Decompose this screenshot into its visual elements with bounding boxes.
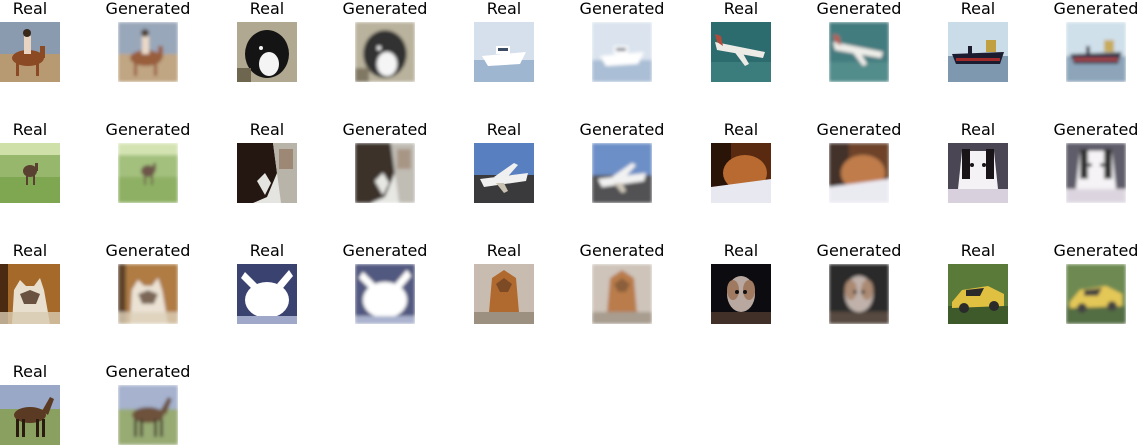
car-thumbnail [948, 264, 1008, 324]
real-image [0, 264, 60, 324]
boat-thumbnail [592, 22, 652, 82]
horse-standing-thumbnail [118, 385, 178, 445]
real-image [711, 22, 771, 82]
generated-label: Generated [105, 362, 191, 381]
cat-sleeping-thumbnail [711, 143, 771, 203]
horse-standing-thumbnail [0, 385, 60, 445]
dog-dark-thumbnail [711, 264, 771, 324]
generated-label: Generated [579, 0, 665, 18]
generated-image [1066, 264, 1126, 324]
real-image [711, 143, 771, 203]
real-label: Real [723, 0, 759, 18]
real-image [0, 143, 60, 203]
real-label: Real [12, 241, 48, 260]
generated-label: Generated [342, 241, 428, 260]
real-image [237, 264, 297, 324]
cat-sitting-thumbnail [118, 264, 178, 324]
real-image [0, 385, 60, 445]
generated-image [118, 264, 178, 324]
real-image [237, 22, 297, 82]
generated-label: Generated [1053, 120, 1139, 139]
real-label: Real [960, 0, 996, 18]
cat-sitting-thumbnail [0, 264, 60, 324]
dog-thumbnail [237, 22, 297, 82]
ship-thumbnail [1066, 22, 1126, 82]
boat-thumbnail [474, 22, 534, 82]
generated-label: Generated [1053, 241, 1139, 260]
real-image [474, 143, 534, 203]
generated-image [118, 385, 178, 445]
generated-image [829, 143, 889, 203]
generated-image [1066, 22, 1126, 82]
generated-image [118, 143, 178, 203]
horse-rider-thumbnail [0, 22, 60, 82]
dog-dark-thumbnail [829, 264, 889, 324]
real-label: Real [960, 241, 996, 260]
dog-white-thumbnail [948, 143, 1008, 203]
dog-brown-thumbnail [474, 264, 534, 324]
airplane-thumbnail [711, 22, 771, 82]
real-label: Real [12, 0, 48, 18]
airplane-ground-thumbnail [592, 143, 652, 203]
real-label: Real [12, 362, 48, 381]
dog-brown-thumbnail [592, 264, 652, 324]
dog-white-thumbnail [1066, 143, 1126, 203]
generated-image [355, 143, 415, 203]
generated-image [118, 22, 178, 82]
real-image [711, 264, 771, 324]
real-label: Real [486, 241, 522, 260]
real-image [948, 143, 1008, 203]
generated-image [592, 264, 652, 324]
real-image [474, 264, 534, 324]
generated-label: Generated [105, 0, 191, 18]
airplane-ground-thumbnail [474, 143, 534, 203]
generated-label: Generated [105, 241, 191, 260]
real-label: Real [249, 120, 285, 139]
generated-image [592, 22, 652, 82]
generated-label: Generated [816, 120, 902, 139]
horse-closeup-thumbnail [237, 143, 297, 203]
generated-label: Generated [1053, 0, 1139, 18]
real-label: Real [249, 241, 285, 260]
generated-label: Generated [342, 0, 428, 18]
generated-image [592, 143, 652, 203]
generated-image [355, 264, 415, 324]
real-image [0, 22, 60, 82]
generated-image [829, 22, 889, 82]
real-label: Real [249, 0, 285, 18]
generated-image [1066, 143, 1126, 203]
real-label: Real [486, 120, 522, 139]
real-image [948, 22, 1008, 82]
generated-label: Generated [342, 120, 428, 139]
car-thumbnail [1066, 264, 1126, 324]
real-label: Real [723, 120, 759, 139]
real-image [948, 264, 1008, 324]
real-vs-generated-grid: Real Generated Real Generated Real Generated R… [0, 0, 1139, 445]
real-label: Real [12, 120, 48, 139]
real-image [237, 143, 297, 203]
generated-image [829, 264, 889, 324]
real-image [474, 22, 534, 82]
airplane-thumbnail [829, 22, 889, 82]
white-animal-thumbnail [237, 264, 297, 324]
horse-closeup-thumbnail [355, 143, 415, 203]
dog-thumbnail [355, 22, 415, 82]
white-animal-thumbnail [355, 264, 415, 324]
generated-label: Generated [816, 0, 902, 18]
real-label: Real [723, 241, 759, 260]
horse-rider-thumbnail [118, 22, 178, 82]
generated-label: Generated [579, 241, 665, 260]
cat-sleeping-thumbnail [829, 143, 889, 203]
real-label: Real [960, 120, 996, 139]
generated-label: Generated [105, 120, 191, 139]
deer-thumbnail [0, 143, 60, 203]
real-label: Real [486, 0, 522, 18]
ship-thumbnail [948, 22, 1008, 82]
generated-label: Generated [816, 241, 902, 260]
generated-image [355, 22, 415, 82]
deer-thumbnail [118, 143, 178, 203]
generated-label: Generated [579, 120, 665, 139]
